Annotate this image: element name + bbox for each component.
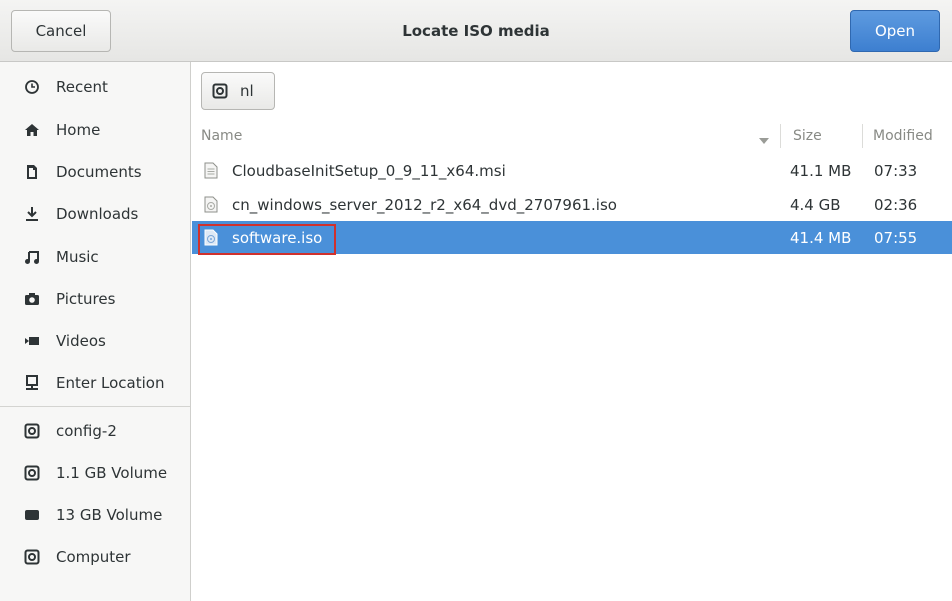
cancel-button[interactable]: Cancel	[11, 10, 111, 52]
sidebar-item-label: Music	[56, 248, 99, 266]
sidebar-item-documents[interactable]: Documents	[0, 151, 190, 193]
drive-icon	[24, 465, 40, 481]
file-icon	[204, 162, 218, 179]
dialog-title: Locate ISO media	[402, 22, 550, 40]
column-header-name-label: Name	[201, 128, 243, 144]
column-separator	[862, 124, 863, 148]
sidebar-item-label: Home	[56, 121, 101, 139]
sidebar-item-enter-location[interactable]: Enter Location	[0, 362, 190, 404]
sidebar-item-computer[interactable]: Computer	[0, 536, 190, 578]
home-icon	[24, 122, 40, 138]
sidebar-item-downloads[interactable]: Downloads	[0, 193, 190, 235]
file-size: 41.1 MB	[790, 161, 852, 180]
sort-descending-icon	[759, 132, 769, 148]
document-icon	[24, 164, 40, 180]
sidebar-item-label: Computer	[56, 548, 131, 566]
file-row[interactable]: cn_windows_server_2012_r2_x64_dvd_270796…	[192, 188, 952, 221]
pathbar-button-nl[interactable]: nl	[201, 72, 275, 110]
file-row-selected[interactable]: software.iso 41.4 MB 07:55	[192, 221, 952, 254]
header-bar: Locate ISO media Cancel Open	[0, 0, 952, 62]
sidebar-item-label: config-2	[56, 422, 117, 440]
clock-icon	[24, 79, 40, 95]
file-modified: 07:55	[874, 228, 918, 247]
sidebar-item-recent[interactable]: Recent	[0, 66, 190, 108]
column-header-size[interactable]: Size	[793, 122, 853, 150]
column-header-name[interactable]: Name	[201, 122, 781, 150]
file-modified: 02:36	[874, 195, 918, 214]
file-size: 4.4 GB	[790, 195, 841, 214]
column-header-size-label: Size	[793, 128, 822, 144]
file-modified: 07:33	[874, 161, 918, 180]
sidebar-item-config-2[interactable]: config-2	[0, 410, 190, 452]
sidebar-item-1-1gb-volume[interactable]: 1.1 GB Volume	[0, 452, 190, 494]
column-separator	[780, 124, 781, 148]
column-header-modified-label: Modified	[873, 128, 933, 144]
file-name: software.iso	[232, 228, 323, 247]
harddisk-icon	[24, 507, 40, 523]
file-size: 41.4 MB	[790, 228, 852, 247]
location-icon	[24, 375, 40, 391]
pathbar-label: nl	[240, 82, 254, 100]
open-button[interactable]: Open	[850, 10, 940, 52]
file-name: CloudbaseInitSetup_0_9_11_x64.msi	[232, 161, 506, 180]
video-icon	[24, 333, 40, 349]
drive-icon	[24, 549, 40, 565]
sidebar-item-music[interactable]: Music	[0, 236, 190, 278]
sidebar-item-label: Enter Location	[56, 374, 165, 392]
music-icon	[24, 249, 40, 265]
file-row[interactable]: CloudbaseInitSetup_0_9_11_x64.msi 41.1 M…	[192, 154, 952, 187]
sidebar-item-pictures[interactable]: Pictures	[0, 278, 190, 320]
drive-icon	[24, 423, 40, 439]
places-sidebar: Recent Home Documents Downloads Music Pi…	[0, 62, 191, 601]
sidebar-separator	[0, 406, 190, 407]
sidebar-item-label: Videos	[56, 332, 106, 350]
sidebar-item-label: 1.1 GB Volume	[56, 464, 168, 482]
drive-icon	[212, 83, 228, 99]
download-icon	[24, 206, 40, 222]
sidebar-item-label: Documents	[56, 163, 142, 181]
sidebar-item-13gb-volume[interactable]: 13 GB Volume	[0, 494, 190, 536]
file-name: cn_windows_server_2012_r2_x64_dvd_270796…	[232, 195, 617, 214]
sidebar-item-videos[interactable]: Videos	[0, 320, 190, 362]
sidebar-item-label: Recent	[56, 78, 108, 96]
sidebar-item-label: 13 GB Volume	[56, 506, 163, 524]
disc-image-icon	[204, 229, 218, 246]
sidebar-item-home[interactable]: Home	[0, 109, 190, 151]
disc-image-icon	[204, 196, 218, 213]
camera-icon	[24, 291, 40, 307]
sidebar-item-label: Pictures	[56, 290, 116, 308]
sidebar-item-label: Downloads	[56, 205, 139, 223]
column-header-modified[interactable]: Modified	[873, 122, 952, 150]
